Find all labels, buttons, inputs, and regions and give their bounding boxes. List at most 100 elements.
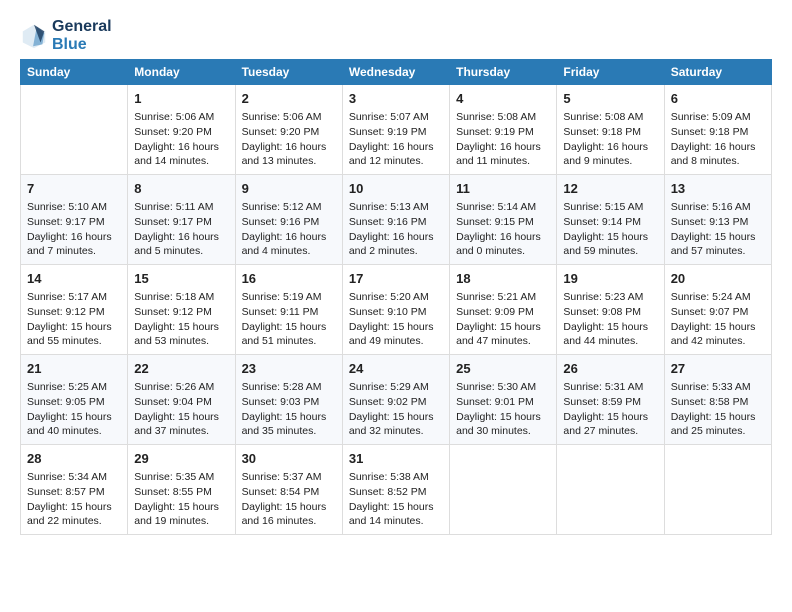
day-info-line: Sunrise: 5:15 AM — [563, 200, 657, 215]
day-info-line: and 44 minutes. — [563, 334, 657, 349]
day-info-line: Sunset: 8:54 PM — [242, 485, 336, 500]
day-info-line: and 16 minutes. — [242, 514, 336, 529]
day-info-line: Daylight: 15 hours — [349, 500, 443, 515]
day-info-line: Sunset: 9:20 PM — [242, 125, 336, 140]
day-cell: 4Sunrise: 5:08 AMSunset: 9:19 PMDaylight… — [450, 85, 557, 175]
day-info-line: Daylight: 16 hours — [456, 230, 550, 245]
day-info-line: Sunrise: 5:21 AM — [456, 290, 550, 305]
day-cell: 10Sunrise: 5:13 AMSunset: 9:16 PMDayligh… — [342, 175, 449, 265]
day-info-line: Sunrise: 5:25 AM — [27, 380, 121, 395]
day-info-line: and 0 minutes. — [456, 244, 550, 259]
day-info-line: and 40 minutes. — [27, 424, 121, 439]
day-info-line: and 19 minutes. — [134, 514, 228, 529]
day-info-line: Sunset: 9:14 PM — [563, 215, 657, 230]
day-info-line: and 8 minutes. — [671, 154, 765, 169]
day-cell: 15Sunrise: 5:18 AMSunset: 9:12 PMDayligh… — [128, 265, 235, 355]
day-info-line: Daylight: 15 hours — [134, 320, 228, 335]
col-header-tuesday: Tuesday — [235, 60, 342, 85]
day-info-line: Sunset: 9:02 PM — [349, 395, 443, 410]
day-cell — [664, 444, 771, 534]
day-number: 9 — [242, 180, 336, 198]
day-info-line: Sunrise: 5:34 AM — [27, 470, 121, 485]
day-info-line: Sunrise: 5:07 AM — [349, 110, 443, 125]
day-cell: 11Sunrise: 5:14 AMSunset: 9:15 PMDayligh… — [450, 175, 557, 265]
day-cell: 28Sunrise: 5:34 AMSunset: 8:57 PMDayligh… — [21, 444, 128, 534]
day-number: 26 — [563, 360, 657, 378]
day-cell: 26Sunrise: 5:31 AMSunset: 8:59 PMDayligh… — [557, 355, 664, 445]
day-info-line: Sunrise: 5:38 AM — [349, 470, 443, 485]
day-info-line: and 57 minutes. — [671, 244, 765, 259]
day-info-line: and 53 minutes. — [134, 334, 228, 349]
day-cell: 24Sunrise: 5:29 AMSunset: 9:02 PMDayligh… — [342, 355, 449, 445]
day-cell: 23 Sunrise: 5:28 AMSunset: 9:03 PMDayligh… — [235, 355, 342, 445]
day-info-line: and 35 minutes. — [242, 424, 336, 439]
day-info-line: Sunrise: 5:08 AM — [563, 110, 657, 125]
day-info-line: and 32 minutes. — [349, 424, 443, 439]
day-info-line: Sunrise: 5:23 AM — [563, 290, 657, 305]
day-info-line: Sunset: 9:13 PM — [671, 215, 765, 230]
day-info-line: Sunset: 8:59 PM — [563, 395, 657, 410]
day-number: 10 — [349, 180, 443, 198]
day-info-line: Daylight: 15 hours — [563, 410, 657, 425]
day-info-line: Sunrise: 5:33 AM — [671, 380, 765, 395]
day-number: 22 — [134, 360, 228, 378]
day-info-line: Sunrise: 5:26 AM — [134, 380, 228, 395]
day-info-line: Sunrise: 5:28 AM — [242, 380, 336, 395]
day-number: 5 — [563, 90, 657, 108]
day-info-line: and 27 minutes. — [563, 424, 657, 439]
day-number: 12 — [563, 180, 657, 198]
day-number: 3 — [349, 90, 443, 108]
day-info-line: and 5 minutes. — [134, 244, 228, 259]
day-info-line: Sunrise: 5:10 AM — [27, 200, 121, 215]
day-info-line: Daylight: 15 hours — [27, 410, 121, 425]
day-info-line: Daylight: 15 hours — [563, 320, 657, 335]
day-number: 16 — [242, 270, 336, 288]
page-container: General Blue SundayMondayTuesdayWednesda… — [0, 0, 792, 545]
day-info-line: and 25 minutes. — [671, 424, 765, 439]
day-info-line: and 59 minutes. — [563, 244, 657, 259]
day-info-line: Daylight: 15 hours — [27, 500, 121, 515]
day-info-line: Sunset: 8:55 PM — [134, 485, 228, 500]
day-info-line: Sunset: 8:52 PM — [349, 485, 443, 500]
day-info-line: Sunset: 9:09 PM — [456, 305, 550, 320]
day-info-line: Sunset: 9:03 PM — [242, 395, 336, 410]
day-info-line: Daylight: 15 hours — [349, 410, 443, 425]
day-number: 18 — [456, 270, 550, 288]
day-info-line: Sunset: 9:16 PM — [242, 215, 336, 230]
day-info-line: Sunrise: 5:37 AM — [242, 470, 336, 485]
day-cell — [557, 444, 664, 534]
day-info-line: Daylight: 15 hours — [242, 410, 336, 425]
day-info-line: and 55 minutes. — [27, 334, 121, 349]
day-number: 19 — [563, 270, 657, 288]
day-info-line: Sunrise: 5:17 AM — [27, 290, 121, 305]
day-number: 8 — [134, 180, 228, 198]
day-cell: 5Sunrise: 5:08 AMSunset: 9:18 PMDaylight… — [557, 85, 664, 175]
day-cell: 29Sunrise: 5:35 AMSunset: 8:55 PMDayligh… — [128, 444, 235, 534]
day-info-line: Daylight: 15 hours — [671, 230, 765, 245]
day-info-line: Daylight: 15 hours — [456, 320, 550, 335]
logo: General Blue — [20, 18, 112, 53]
day-info-line: Sunrise: 5:06 AM — [134, 110, 228, 125]
day-number: 2 — [242, 90, 336, 108]
calendar-table: SundayMondayTuesdayWednesdayThursdayFrid… — [20, 59, 772, 535]
day-number: 23 — [242, 360, 336, 378]
day-cell: 22Sunrise: 5:26 AMSunset: 9:04 PMDayligh… — [128, 355, 235, 445]
day-number: 13 — [671, 180, 765, 198]
day-cell: 17Sunrise: 5:20 AMSunset: 9:10 PMDayligh… — [342, 265, 449, 355]
day-info-line: Sunset: 9:18 PM — [671, 125, 765, 140]
day-number: 20 — [671, 270, 765, 288]
day-info-line: and 49 minutes. — [349, 334, 443, 349]
column-headers: SundayMondayTuesdayWednesdayThursdayFrid… — [21, 60, 772, 85]
day-info-line: Sunset: 9:19 PM — [349, 125, 443, 140]
day-info-line: Sunset: 9:17 PM — [134, 215, 228, 230]
day-info-line: Sunrise: 5:14 AM — [456, 200, 550, 215]
day-info-line: Sunrise: 5:08 AM — [456, 110, 550, 125]
day-info-line: Daylight: 16 hours — [349, 140, 443, 155]
day-info-line: Sunrise: 5:06 AM — [242, 110, 336, 125]
day-cell: 2Sunrise: 5:06 AMSunset: 9:20 PMDaylight… — [235, 85, 342, 175]
day-info-line: Daylight: 16 hours — [349, 230, 443, 245]
day-cell: 12Sunrise: 5:15 AMSunset: 9:14 PMDayligh… — [557, 175, 664, 265]
day-info-line: Daylight: 16 hours — [671, 140, 765, 155]
week-row-1: 1Sunrise: 5:06 AMSunset: 9:20 PMDaylight… — [21, 85, 772, 175]
day-info-line: Daylight: 16 hours — [134, 230, 228, 245]
